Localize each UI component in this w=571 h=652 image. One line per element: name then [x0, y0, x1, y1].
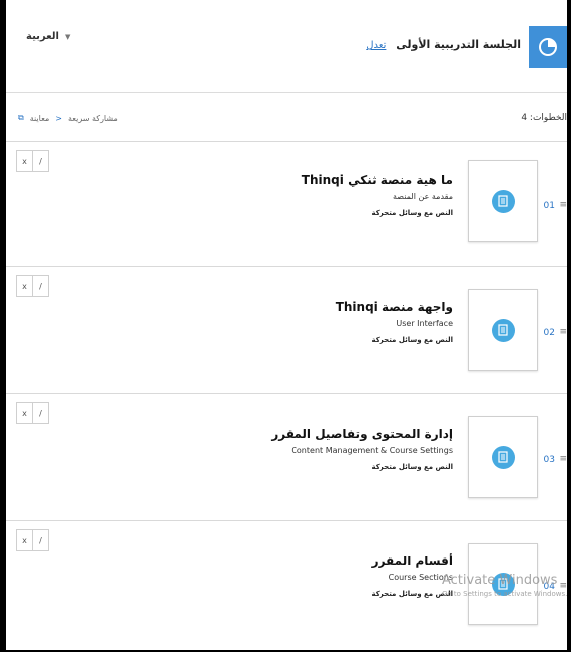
document-icon — [491, 445, 515, 469]
page: الجلسة التدريبية الأولى تعدل العربية ▼ ا… — [6, 0, 567, 650]
session-title: الجلسة التدريبية الأولى تعدل — [366, 38, 521, 51]
step-thumbnail[interactable] — [468, 160, 538, 242]
language-selector[interactable]: العربية ▼ — [26, 31, 70, 42]
drag-handle-icon[interactable]: ≡ — [559, 200, 567, 210]
session-icon — [529, 26, 567, 68]
step-type: النص مع وسائل متحركة — [371, 336, 453, 344]
preview-icon: ⧉ — [18, 113, 24, 122]
drag-handle-icon[interactable]: ≡ — [559, 581, 567, 591]
step-title[interactable]: واجهة منصة Thinqi — [336, 300, 453, 314]
delete-step-button[interactable]: x — [17, 276, 32, 296]
step-number: 01 — [543, 201, 555, 211]
step-title[interactable]: ما هية منصة ثنكي Thinqi — [302, 173, 453, 187]
step-subtitle: Course Sections — [388, 573, 453, 582]
share-icon: < — [55, 113, 62, 123]
language-label: العربية — [26, 31, 59, 42]
step-actions: x / — [16, 275, 49, 297]
steps-toolbar: الخطوات: 4 مشاركة سريعة < معاينة ⧉ — [6, 93, 567, 142]
step-title[interactable]: إدارة المحتوى وتفاصيل المقرر — [271, 427, 453, 441]
step-number: 02 — [543, 328, 555, 338]
steps-count: الخطوات: 4 — [521, 113, 567, 123]
step-row: x / أقسام المقرر Course Sections النص مع… — [6, 521, 567, 650]
step-info: إدارة المحتوى وتفاصيل المقرر Content Man… — [271, 427, 453, 471]
drag-handle-icon[interactable]: ≡ — [559, 454, 567, 464]
step-number: 03 — [543, 455, 555, 465]
delete-step-button[interactable]: x — [17, 403, 32, 423]
step-thumbnail[interactable] — [468, 416, 538, 498]
document-icon — [491, 572, 515, 596]
edit-step-button[interactable]: / — [32, 276, 48, 296]
step-subtitle: مقدمة عن المنصة — [393, 192, 453, 201]
delete-step-button[interactable]: x — [17, 151, 32, 171]
step-info: أقسام المقرر Course Sections النص مع وسا… — [371, 554, 453, 598]
step-subtitle: User Interface — [396, 319, 453, 328]
drag-handle-icon[interactable]: ≡ — [559, 327, 567, 337]
document-icon — [491, 189, 515, 213]
edit-step-button[interactable]: / — [32, 151, 48, 171]
step-row: x / واجهة منصة Thinqi User Interface الن… — [6, 267, 567, 394]
step-row: x / إدارة المحتوى وتفاصيل المقرر Content… — [6, 394, 567, 521]
step-type: النص مع وسائل متحركة — [371, 590, 453, 598]
step-actions: x / — [16, 150, 49, 172]
preview-button[interactable]: معاينة — [30, 114, 50, 123]
step-info: واجهة منصة Thinqi User Interface النص مع… — [336, 300, 453, 344]
session-header: الجلسة التدريبية الأولى تعدل العربية ▼ — [6, 0, 567, 93]
document-icon — [491, 318, 515, 342]
step-info: ما هية منصة ثنكي Thinqi مقدمة عن المنصة … — [302, 173, 453, 217]
step-row: x / ما هية منصة ثنكي Thinqi مقدمة عن الم… — [6, 142, 567, 267]
step-thumbnail[interactable] — [468, 543, 538, 625]
delete-step-button[interactable]: x — [17, 530, 32, 550]
step-subtitle: Content Management & Course Settings — [291, 446, 453, 455]
step-actions: x / — [16, 402, 49, 424]
step-type: النص مع وسائل متحركة — [371, 463, 453, 471]
quick-share-button[interactable]: مشاركة سريعة — [68, 114, 118, 123]
session-title-text: الجلسة التدريبية الأولى — [396, 38, 521, 51]
step-actions: x / — [16, 529, 49, 551]
edit-step-button[interactable]: / — [32, 530, 48, 550]
edit-session-link[interactable]: تعدل — [366, 40, 386, 51]
step-title[interactable]: أقسام المقرر — [371, 554, 453, 568]
step-thumbnail[interactable] — [468, 289, 538, 371]
step-number: 04 — [543, 582, 555, 592]
chevron-down-icon: ▼ — [64, 32, 71, 41]
edit-step-button[interactable]: / — [32, 403, 48, 423]
toolbar-actions: مشاركة سريعة < معاينة ⧉ — [18, 113, 118, 123]
step-type: النص مع وسائل متحركة — [371, 209, 453, 217]
